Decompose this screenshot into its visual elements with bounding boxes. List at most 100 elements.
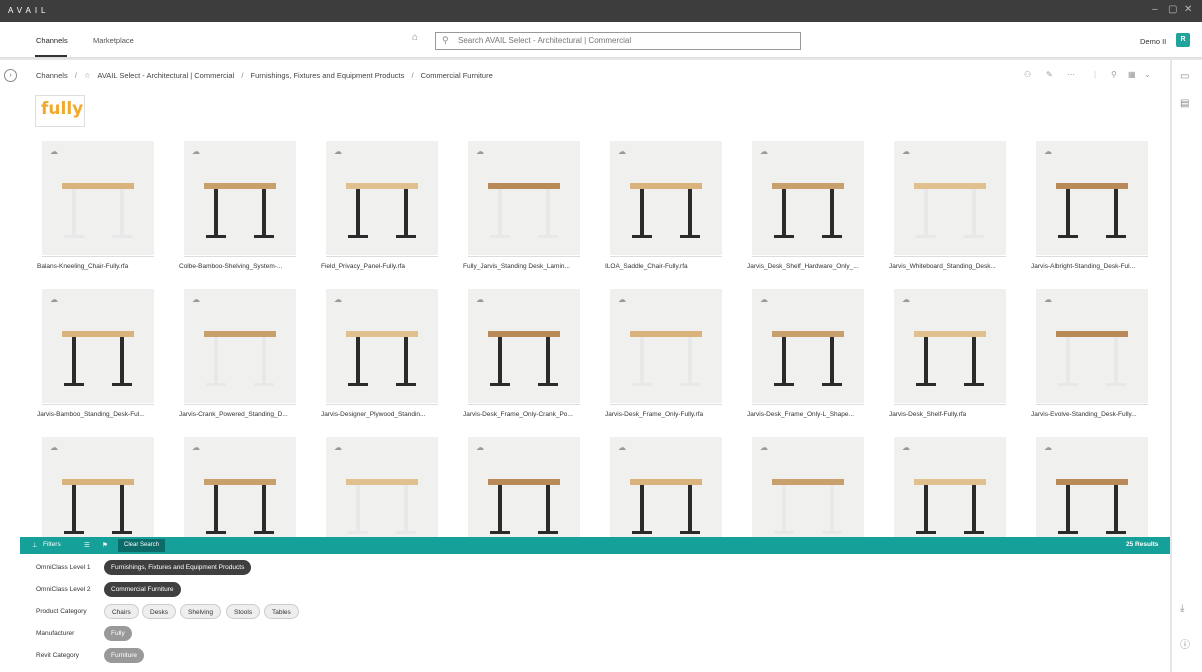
grid-view-icon[interactable]: ▦ — [1128, 70, 1136, 79]
item-thumbnail[interactable]: ☁ — [468, 289, 580, 403]
avatar[interactable]: R — [1176, 33, 1190, 47]
minimize-icon[interactable]: – — [1152, 4, 1158, 15]
item-name[interactable]: Jarvis-Desk_Frame_Only-Crank_Po... — [463, 411, 593, 418]
item-card[interactable]: ☁ Jarvis-Albright-Standing_Desk-Ful... — [1031, 141, 1148, 275]
expand-panel-icon[interactable]: › — [4, 69, 17, 82]
item-thumbnail[interactable]: ☁ — [610, 289, 722, 403]
filter-chip[interactable]: Fully — [104, 626, 132, 641]
item-card[interactable]: ☁ Balans-Kneeling_Chair-Fully.rfa — [37, 141, 154, 275]
item-thumbnail[interactable]: ☁ — [326, 437, 438, 551]
filter-chip[interactable]: Furniture — [104, 648, 145, 663]
search-box[interactable]: ⚲ — [435, 32, 801, 50]
edit-icon[interactable]: ✎ — [1046, 70, 1053, 79]
item-thumbnail[interactable]: ☁ — [894, 437, 1006, 551]
item-card[interactable]: ☁ Jarvis-Designer_Plywood_Standin... — [321, 289, 438, 423]
item-thumbnail[interactable]: ☁ — [610, 437, 722, 551]
item-name[interactable]: Field_Privacy_Panel-Fully.rfa — [321, 263, 451, 270]
filter-chip[interactable]: Tables — [264, 604, 299, 619]
item-thumbnail[interactable]: ☁ — [42, 437, 154, 551]
item-card[interactable]: ☁ Jarvis-Desk_Frame_Only-L_Shape... — [747, 289, 864, 423]
filter-chip[interactable]: Stools — [226, 604, 261, 619]
tab-channels[interactable]: Channels — [36, 36, 68, 45]
item-card[interactable]: ☁ Jarvis-Crank_Powered_Standing_D... — [179, 289, 296, 423]
item-name[interactable]: Jarvis-Desk_Frame_Only-Fully.rfa — [605, 411, 735, 418]
restore-icon[interactable]: ▢ — [1168, 4, 1177, 15]
item-thumbnail[interactable]: ☁ — [326, 141, 438, 255]
filter-chip[interactable]: Furnishings, Fixtures and Equipment Prod… — [104, 560, 252, 575]
item-card[interactable]: ☁ Jarvis-Desk_Frame_Only-Fully.rfa — [605, 289, 722, 423]
info-icon[interactable]: ⓘ — [1180, 636, 1190, 651]
item-card[interactable]: ☁ Jarvis-Desk_Frame_Only-Crank_Po... — [463, 289, 580, 423]
item-name[interactable]: Jarvis-Evolve-Standing_Desk-Fully... — [1031, 411, 1161, 418]
breadcrumb-item-channels[interactable]: Channels — [36, 71, 68, 80]
item-card[interactable]: ☁ Jarvis_Whiteboard_Standing_Desk... — [889, 141, 1006, 275]
item-thumbnail[interactable]: ☁ — [184, 437, 296, 551]
item-card[interactable]: ☁ Colbe-Bamboo-Shelving_System-... — [179, 141, 296, 275]
item-thumbnail[interactable]: ☁ — [752, 141, 864, 255]
item-name[interactable]: Jarvis_Whiteboard_Standing_Desk... — [889, 263, 1019, 270]
item-name[interactable]: Colbe-Bamboo-Shelving_System-... — [179, 263, 309, 270]
filter-chip[interactable]: Shelving — [180, 604, 221, 619]
users-icon[interactable]: ⚇ — [1024, 70, 1031, 79]
item-name[interactable]: Jarvis-Bamboo_Standing_Desk-Ful... — [37, 411, 167, 418]
item-name[interactable]: Jarvis-Desk_Shelf-Fully.rfa — [889, 411, 1019, 418]
item-card[interactable]: ☁ Field_Privacy_Panel-Fully.rfa — [321, 141, 438, 275]
list-icon[interactable]: ☰ — [84, 541, 90, 549]
cloud-icon: ☁ — [192, 443, 200, 452]
item-name[interactable]: Jarvis-Crank_Powered_Standing_D... — [179, 411, 309, 418]
search-input[interactable] — [458, 36, 788, 45]
more-icon[interactable]: ⋯ — [1067, 70, 1075, 79]
main-content: Channels / ☆ AVAIL Select - Architectura… — [20, 60, 1170, 551]
furniture-image — [204, 479, 276, 534]
item-thumbnail[interactable]: ☁ — [610, 141, 722, 255]
item-thumbnail[interactable]: ☁ — [1036, 141, 1148, 255]
item-name[interactable]: Jarvis-Desk_Frame_Only-L_Shape... — [747, 411, 877, 418]
item-thumbnail[interactable]: ☁ — [752, 289, 864, 403]
item-thumbnail[interactable]: ☁ — [184, 289, 296, 403]
preview-panel-icon[interactable]: ▭ — [1180, 71, 1189, 82]
item-thumbnail[interactable]: ☁ — [752, 437, 864, 551]
item-card[interactable]: ☁ Jarvis_Desk_Shelf_Hardware_Only_... — [747, 141, 864, 275]
item-thumbnail[interactable]: ☁ — [894, 141, 1006, 255]
close-icon[interactable]: ✕ — [1184, 4, 1192, 15]
chevron-down-icon[interactable]: ⌄ — [1144, 70, 1151, 79]
item-card[interactable]: ☁ Jarvis-Bamboo_Standing_Desk-Ful... — [37, 289, 154, 423]
item-name[interactable]: Balans-Kneeling_Chair-Fully.rfa — [37, 263, 167, 270]
filter-chip[interactable]: Commercial Furniture — [104, 582, 181, 597]
breadcrumb-item-level1[interactable]: Furnishings, Fixtures and Equipment Prod… — [251, 71, 405, 80]
item-name[interactable]: Jarvis-Designer_Plywood_Standin... — [321, 411, 451, 418]
user-name[interactable]: Demo II — [1140, 37, 1166, 46]
item-card[interactable]: ☁ Jarvis-Evolve-Standing_Desk-Fully... — [1031, 289, 1148, 423]
filters-icon[interactable]: ⊥ — [32, 541, 38, 549]
item-thumbnail[interactable]: ☁ — [326, 289, 438, 403]
download-icon[interactable]: ⤓ — [1180, 603, 1184, 614]
item-name[interactable]: Fully_Jarvis_Standing Desk_Lamin... — [463, 263, 593, 270]
zoom-icon[interactable]: ⚲ — [1111, 70, 1117, 79]
home-icon[interactable]: ⌂ — [412, 32, 426, 46]
cloud-icon: ☁ — [902, 295, 910, 304]
breadcrumb-item-channel[interactable]: AVAIL Select - Architectural | Commercia… — [97, 71, 234, 80]
comments-icon[interactable]: ▤ — [1180, 98, 1189, 109]
filter-chip[interactable]: Desks — [142, 604, 177, 619]
item-name[interactable]: Jarvis_Desk_Shelf_Hardware_Only_... — [747, 263, 877, 270]
filters-toggle[interactable]: Filters — [43, 541, 61, 548]
item-name[interactable]: Jarvis-Albright-Standing_Desk-Ful... — [1031, 263, 1161, 270]
cloud-icon: ☁ — [618, 295, 626, 304]
flag-icon[interactable]: ⚑ — [102, 541, 108, 549]
item-thumbnail[interactable]: ☁ — [468, 141, 580, 255]
item-thumbnail[interactable]: ☁ — [468, 437, 580, 551]
item-thumbnail[interactable]: ☁ — [894, 289, 1006, 403]
item-thumbnail[interactable]: ☁ — [1036, 437, 1148, 551]
item-thumbnail[interactable]: ☁ — [1036, 289, 1148, 403]
item-thumbnail[interactable]: ☁ — [42, 289, 154, 403]
tab-marketplace[interactable]: Marketplace — [93, 36, 134, 45]
item-card[interactable]: ☁ Jarvis-Desk_Shelf-Fully.rfa — [889, 289, 1006, 423]
item-card[interactable]: ☁ ILOA_Saddle_Chair-Fully.rfa — [605, 141, 722, 275]
item-thumbnail[interactable]: ☁ — [184, 141, 296, 255]
item-thumbnail[interactable]: ☁ — [42, 141, 154, 255]
favorite-star-icon[interactable]: ☆ — [84, 71, 91, 80]
item-card[interactable]: ☁ Fully_Jarvis_Standing Desk_Lamin... — [463, 141, 580, 275]
clear-search-button[interactable]: Clear Search — [118, 539, 166, 552]
item-name[interactable]: ILOA_Saddle_Chair-Fully.rfa — [605, 263, 735, 270]
filter-chip[interactable]: Chairs — [104, 604, 139, 619]
